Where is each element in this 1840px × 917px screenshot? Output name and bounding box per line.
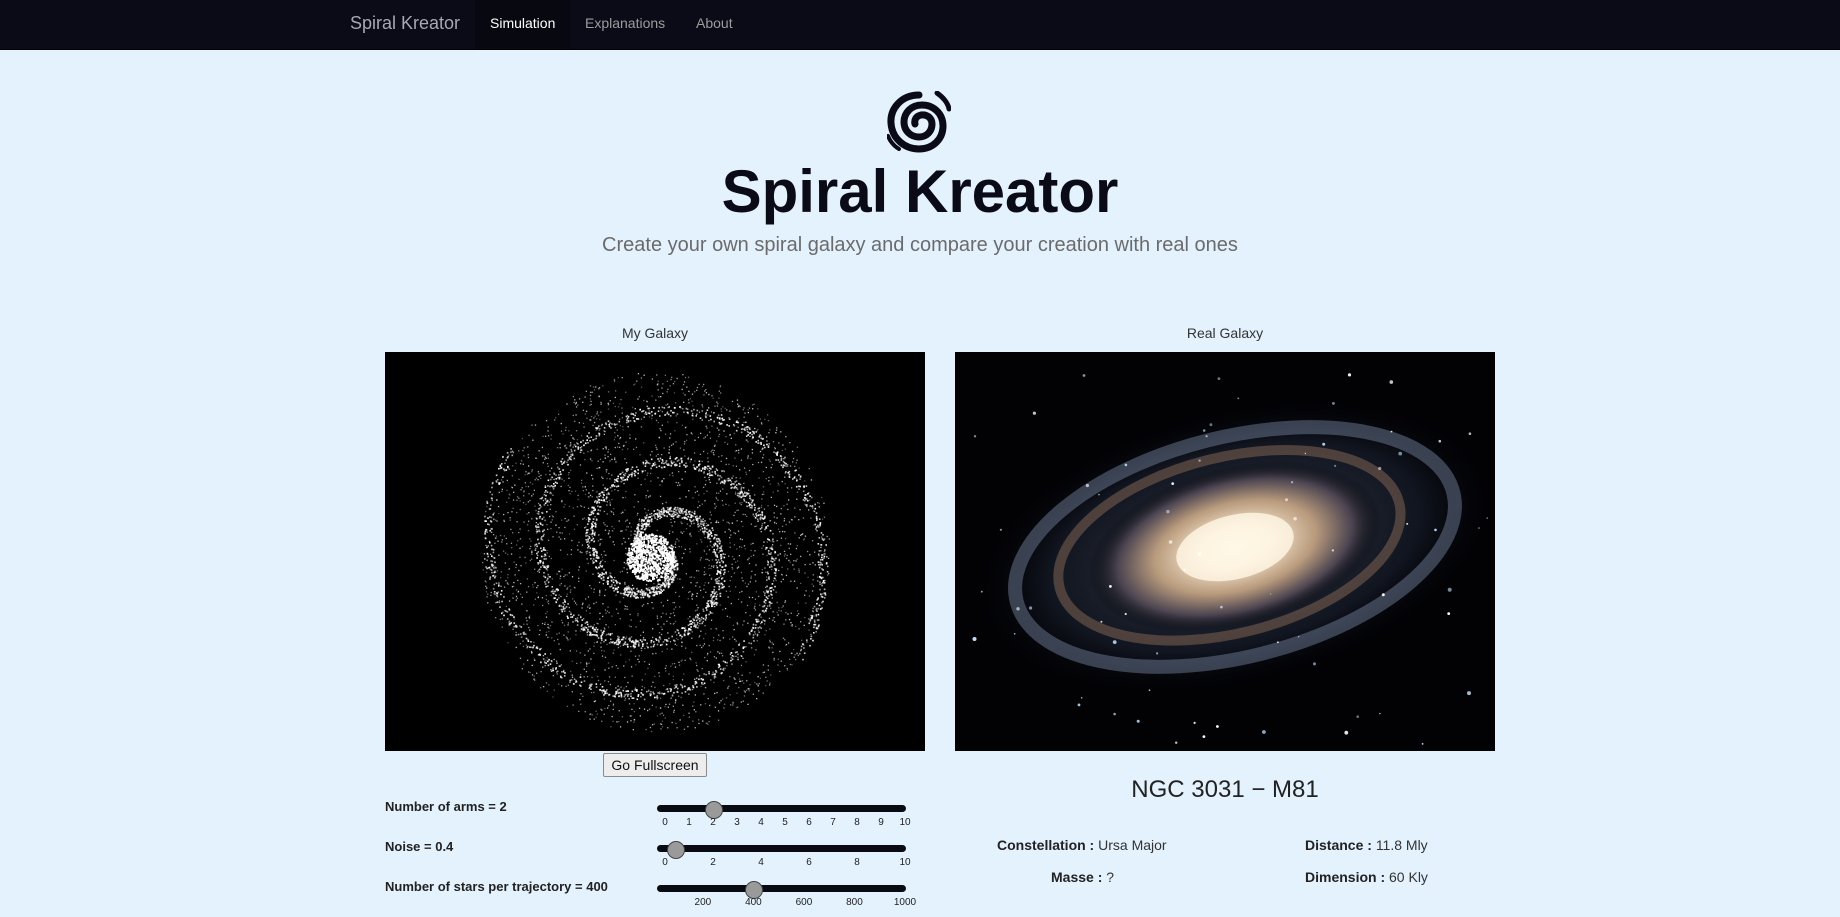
slider-tick-label: 8 [854, 817, 860, 828]
slider-tick-label: 2 [710, 857, 716, 868]
stars-slider-track[interactable] [657, 885, 906, 892]
stars-slider[interactable]: 200 400 600 800 1000 [655, 881, 916, 912]
real-galaxy-title: Real Galaxy [1186, 325, 1264, 341]
masse-label: Masse : [1051, 869, 1103, 885]
slider-tick-label: 6 [806, 857, 812, 868]
slider-tick-label: 2 [710, 817, 716, 828]
arms-slider-track[interactable] [657, 805, 906, 812]
dimension-value: 60 Kly [1389, 869, 1428, 885]
navbar-brand[interactable]: Spiral Kreator [350, 0, 460, 49]
slider-tick-label: 600 [795, 897, 813, 908]
nav-tab-simulation[interactable]: Simulation [475, 0, 571, 49]
top-navbar: Spiral Kreator Simulation Explanations A… [0, 0, 1840, 49]
constellation-value: Ursa Major [1098, 837, 1167, 853]
page-subtitle: Create your own spiral galaxy and compar… [602, 234, 1238, 256]
nav-tab-explanations[interactable]: Explanations [570, 0, 680, 49]
distance-label: Distance : [1305, 837, 1372, 853]
noise-slider[interactable]: 0 2 4 6 8 10 [655, 841, 911, 872]
dimension-info: Dimension : 60 Kly [1305, 869, 1428, 885]
slider-tick-label: 3 [734, 817, 740, 828]
arms-slider[interactable]: 0 1 2 3 4 5 6 7 8 9 10 [655, 801, 911, 832]
slider-tick-label: 9 [878, 817, 884, 828]
slider-tick-label: 10 [899, 817, 911, 828]
my-galaxy-canvas[interactable] [385, 352, 925, 751]
arms-label: Number of arms = 2 [385, 799, 507, 814]
slider-tick-label: 1000 [893, 897, 917, 908]
spiral-galaxy-icon [886, 90, 952, 153]
nav-tab-about[interactable]: About [681, 0, 748, 49]
dimension-label: Dimension : [1305, 869, 1386, 885]
stars-label: Number of stars per trajectory = 400 [385, 879, 608, 894]
slider-tick-label: 4 [758, 817, 764, 828]
my-galaxy-title: My Galaxy [621, 325, 689, 341]
slider-tick-label: 7 [830, 817, 836, 828]
slider-tick-label: 10 [899, 857, 911, 868]
slider-tick-label: 200 [694, 897, 712, 908]
masse-value: ? [1106, 869, 1115, 885]
noise-label: Noise = 0.4 [385, 839, 454, 854]
slider-tick-label: 1 [686, 817, 692, 828]
slider-tick-label: 0 [662, 857, 668, 868]
slider-tick-label: 5 [782, 817, 788, 828]
slider-tick-label: 4 [758, 857, 764, 868]
page-title: Spiral Kreator [721, 158, 1119, 225]
slider-tick-label: 400 [745, 897, 762, 908]
noise-slider-track[interactable] [657, 845, 906, 852]
distance-info: Distance : 11.8 Mly [1305, 837, 1428, 853]
masse-info: Masse : ? [1051, 869, 1114, 885]
constellation-info: Constellation : Ursa Major [997, 837, 1167, 853]
real-galaxy-name: NGC 3031 − M81 [1131, 776, 1319, 803]
real-galaxy-image [955, 352, 1495, 751]
slider-tick-label: 800 [846, 897, 863, 908]
distance-value: 11.8 Mly [1375, 837, 1428, 853]
noise-slider-thumb[interactable] [666, 841, 685, 859]
go-fullscreen-button[interactable]: Go Fullscreen [603, 753, 707, 777]
slider-tick-label: 8 [854, 857, 860, 868]
slider-tick-label: 0 [662, 817, 668, 828]
slider-tick-label: 6 [806, 817, 812, 828]
constellation-label: Constellation : [997, 837, 1095, 853]
